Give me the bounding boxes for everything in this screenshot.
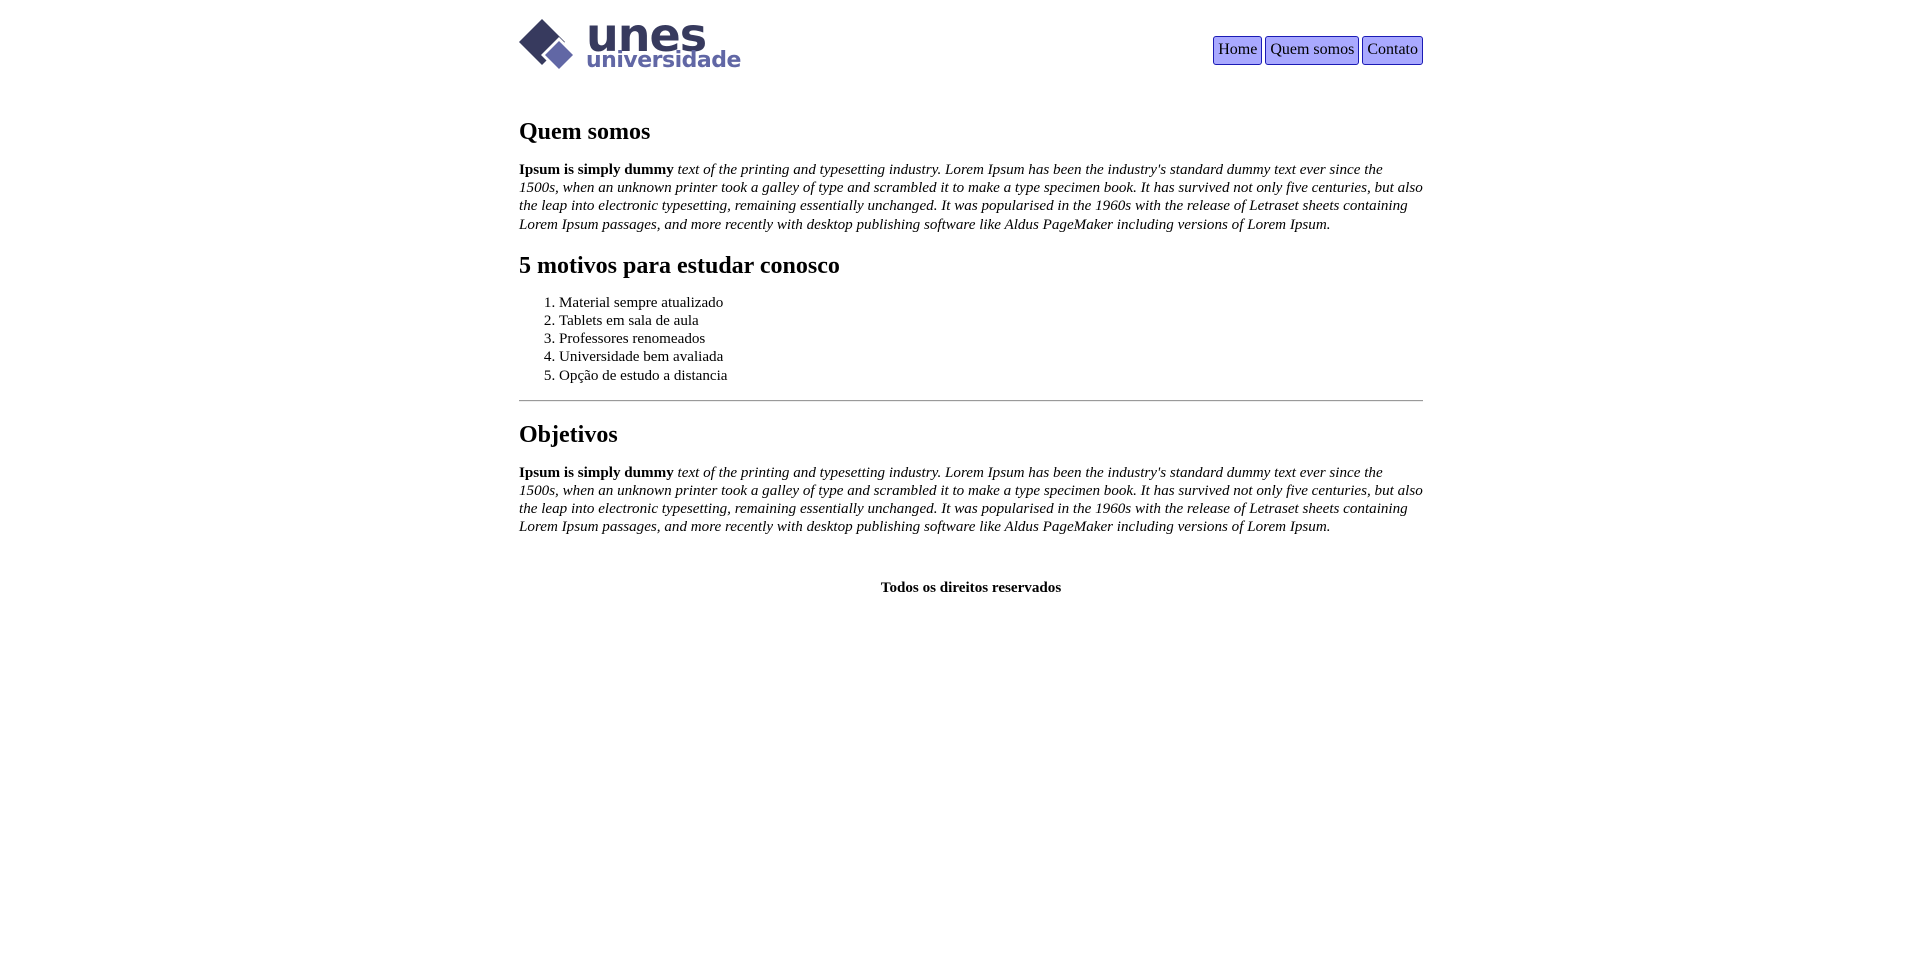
logo[interactable]: unes universidade — [519, 12, 741, 79]
about-heading: Quem somos — [519, 119, 651, 145]
objectives-heading: Objetivos — [519, 421, 618, 448]
site-footer: Todos os direitos reservados — [880, 579, 1062, 596]
main-content: Quem somos Ipsum is simply dummy text of… — [519, 118, 1423, 537]
logo-subtitle: universidade — [586, 48, 741, 73]
about-lead: Ipsum is simply dummy — [519, 162, 674, 178]
list-item: Universidade bem avaliada — [559, 348, 1423, 366]
divider — [519, 399, 1423, 402]
objectives-paragraph: Ipsum is simply dummy text of the printi… — [519, 464, 1423, 537]
logo-diamond-icon — [519, 19, 577, 73]
site-header: unes universidade Home Quem somos Contat… — [519, 12, 1423, 79]
reasons-heading: 5 motivos para estudar conosco — [519, 252, 840, 279]
main-nav: Home Quem somos Contato — [1213, 36, 1423, 65]
list-item: Opção de estudo a distancia — [559, 367, 1423, 385]
page-container: unes universidade Home Quem somos Contat… — [519, 0, 1423, 597]
about-section: Quem somos Ipsum is simply dummy text of… — [519, 118, 1423, 234]
list-item: Material sempre atualizado — [559, 294, 1423, 312]
logo-text: unes universidade — [586, 12, 741, 73]
about-paragraph: Ipsum is simply dummy text of the printi… — [519, 161, 1423, 234]
nav-home-button[interactable]: Home — [1213, 36, 1263, 65]
list-item: Tablets em sala de aula — [559, 312, 1423, 330]
nav-contato-button[interactable]: Contato — [1362, 36, 1423, 65]
reasons-list: Material sempre atualizado Tablets em sa… — [519, 294, 1423, 385]
objectives-section: Objetivos Ipsum is simply dummy text of … — [519, 421, 1423, 537]
reasons-section: 5 motivos para estudar conosco Material … — [519, 252, 1423, 385]
objectives-lead: Ipsum is simply dummy — [519, 464, 674, 481]
nav-quem-somos-button[interactable]: Quem somos — [1265, 36, 1360, 65]
list-item: Professores renomeados — [559, 330, 1423, 348]
